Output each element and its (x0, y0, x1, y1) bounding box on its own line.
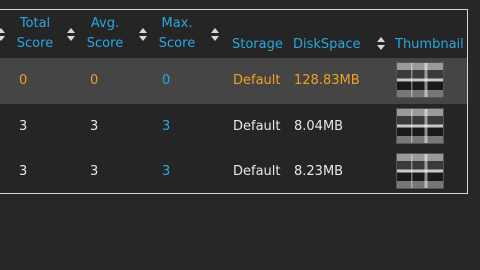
storage-cell: Default (233, 119, 281, 134)
thumbnail-image[interactable] (396, 153, 444, 189)
table-header: Total Score Avg. Score Max. Score Storag… (0, 10, 467, 58)
save-list-table: Total Score Avg. Score Max. Score Storag… (0, 9, 468, 194)
column-max-score[interactable]: Max. Score (155, 14, 199, 54)
total-score-cell: 0 (19, 73, 28, 88)
avg-score-cell: 3 (90, 119, 99, 134)
column-total-score-line1: Total (19, 16, 51, 31)
table-row[interactable]: 3 3 3 Default 8.04MB (0, 104, 467, 150)
column-diskspace[interactable]: DiskSpace (293, 37, 361, 53)
column-avg-score-line2: Score (86, 36, 124, 51)
max-score-cell: 3 (162, 164, 171, 179)
total-score-cell: 3 (19, 164, 28, 179)
sort-icon[interactable] (139, 28, 147, 42)
max-score-cell: 3 (162, 119, 171, 134)
avg-score-cell: 3 (90, 164, 99, 179)
column-max-score-line1: Max. (161, 16, 193, 31)
column-total-score[interactable]: Total Score (13, 14, 57, 54)
thumbnail-image[interactable] (396, 62, 444, 98)
sort-icon[interactable] (67, 28, 75, 42)
diskspace-cell: 8.04MB (294, 119, 344, 134)
table-row[interactable]: 3 3 3 Default 8.23MB (0, 150, 467, 196)
column-storage[interactable]: Storage (232, 37, 283, 53)
total-score-cell: 3 (19, 119, 28, 134)
thumbnail-image[interactable] (396, 108, 444, 144)
column-thumbnail[interactable]: Thumbnail (395, 37, 464, 53)
diskspace-cell: 128.83MB (294, 73, 360, 88)
storage-cell: Default (233, 164, 281, 179)
column-avg-score[interactable]: Avg. Score (83, 14, 127, 54)
diskspace-cell: 8.23MB (294, 164, 344, 179)
sort-icon[interactable] (0, 28, 5, 42)
column-max-score-line2: Score (158, 36, 196, 51)
max-score-cell: 0 (162, 73, 171, 88)
table-row[interactable]: 0 0 0 Default 128.83MB (0, 58, 467, 104)
storage-cell: Default (233, 73, 281, 88)
column-total-score-line2: Score (16, 36, 54, 51)
avg-score-cell: 0 (90, 73, 99, 88)
sort-icon[interactable] (211, 28, 219, 42)
column-avg-score-line1: Avg. (90, 16, 120, 31)
sort-icon[interactable] (377, 37, 385, 51)
